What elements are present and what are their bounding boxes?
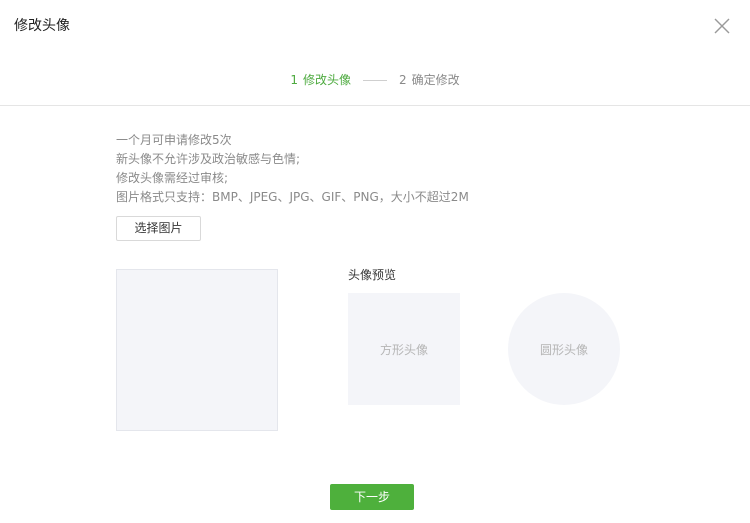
dialog-title: 修改头像	[14, 18, 70, 34]
step-indicator: 1 修改头像 2 确定修改	[0, 70, 750, 90]
circle-avatar-preview: 圆形头像	[508, 293, 620, 405]
circle-avatar-label: 圆形头像	[539, 342, 588, 357]
step-2: 2 确定修改	[399, 70, 460, 90]
step-connector	[363, 79, 387, 81]
rule-review: 修改头像需经过审核;	[116, 171, 229, 185]
close-button[interactable]	[712, 16, 732, 36]
next-step-button[interactable]: 下一步	[330, 484, 414, 510]
step-2-number: 2	[399, 73, 407, 87]
square-avatar-preview: 方形头像	[348, 293, 460, 405]
upload-rules: 一个月可申请修改5次 新头像不允许涉及政治敏感与色情; 修改头像需经过审核; 图…	[116, 131, 469, 207]
rule-format: 图片格式只支持：BMP、JPEG、JPG、GIF、PNG，大小不超过2M	[116, 190, 469, 204]
square-avatar-label: 方形头像	[379, 342, 428, 357]
header-divider	[0, 105, 750, 106]
close-icon	[714, 18, 730, 34]
rule-monthly-limit: 一个月可申请修改5次	[116, 133, 232, 147]
image-crop-area[interactable]	[116, 269, 278, 431]
preview-label: 头像预览	[348, 268, 397, 282]
rule-content: 新头像不允许涉及政治敏感与色情;	[116, 152, 301, 166]
choose-image-button[interactable]: 选择图片	[116, 216, 201, 241]
step-1-label: 修改头像	[302, 73, 351, 87]
step-1-number: 1	[290, 73, 298, 87]
step-2-label: 确定修改	[411, 73, 460, 87]
step-1: 1 修改头像	[290, 70, 351, 90]
